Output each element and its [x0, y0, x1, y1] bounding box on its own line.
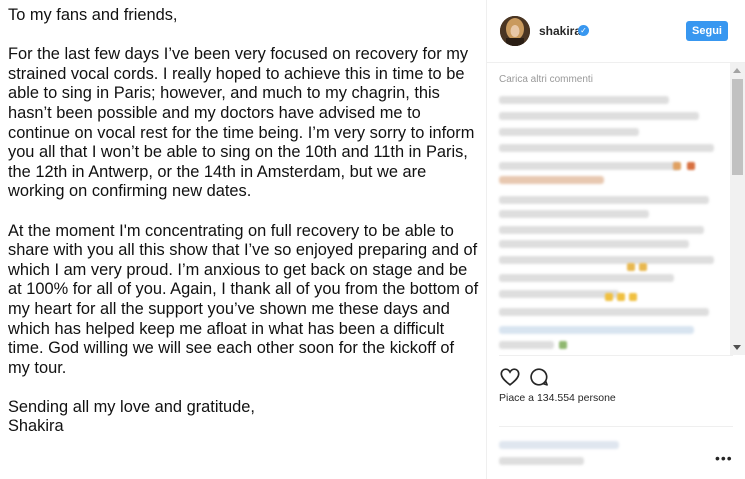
blurred-comment — [499, 256, 714, 264]
divider — [499, 426, 733, 427]
blurred-comment — [499, 112, 699, 120]
letter-paragraph-1: For the last few days I’ve been very foc… — [8, 45, 475, 201]
blurred-emoji — [687, 162, 695, 170]
scroll-up-icon[interactable] — [733, 68, 741, 73]
blurred-comment — [499, 240, 689, 248]
blurred-comment — [499, 326, 694, 334]
letter-text: To my fans and friends, For the last few… — [8, 6, 480, 437]
comments-scrollbar[interactable] — [730, 63, 745, 355]
blurred-comment — [499, 226, 704, 234]
likes-count[interactable]: Piace a 134.554 persone — [499, 392, 616, 404]
letter-greeting: To my fans and friends, — [8, 6, 178, 24]
comment-bubble-icon[interactable] — [528, 366, 550, 388]
letter-signature: Shakira — [8, 417, 64, 436]
load-more-comments-link[interactable]: Carica altri commenti — [499, 74, 593, 85]
post-image: To my fans and friends, For the last few… — [0, 0, 486, 479]
blurred-emoji — [627, 263, 635, 271]
letter-paragraph-2: At the moment I'm concentrating on full … — [8, 221, 479, 377]
letter-closing: Sending all my love and gratitude, — [8, 397, 255, 416]
ellipsis-icon[interactable]: ••• — [715, 450, 733, 466]
post-header: shakira ✓ Segui — [487, 0, 745, 63]
blurred-emoji — [629, 293, 637, 301]
verified-badge-icon: ✓ — [578, 25, 589, 36]
heart-icon[interactable] — [499, 366, 521, 388]
blurred-comment — [499, 308, 709, 316]
blurred-comment-input — [499, 441, 619, 449]
blurred-comment — [499, 210, 649, 218]
blurred-comment — [499, 274, 674, 282]
blurred-comment — [499, 96, 669, 104]
post-side-panel: shakira ✓ Segui Carica altri commenti Pi… — [486, 0, 745, 479]
blurred-emoji — [673, 162, 681, 170]
blurred-comment-input — [499, 457, 584, 465]
blurred-comment — [499, 290, 619, 298]
avatar[interactable] — [500, 16, 530, 46]
blurred-emoji — [559, 341, 567, 349]
blurred-comment — [499, 144, 714, 152]
scrollbar-thumb[interactable] — [732, 79, 743, 175]
blurred-comment — [499, 341, 554, 349]
scroll-down-icon[interactable] — [733, 345, 741, 350]
divider — [499, 355, 733, 356]
blurred-comment — [499, 196, 709, 204]
username[interactable]: shakira — [539, 24, 581, 38]
blurred-emoji — [617, 293, 625, 301]
blurred-comment — [499, 128, 639, 136]
blurred-emoji — [605, 293, 613, 301]
blurred-comment — [499, 176, 604, 184]
comments-list: Carica altri commenti — [487, 63, 745, 355]
blurred-emoji — [639, 263, 647, 271]
blurred-comment — [499, 162, 679, 170]
follow-button[interactable]: Segui — [686, 21, 728, 41]
